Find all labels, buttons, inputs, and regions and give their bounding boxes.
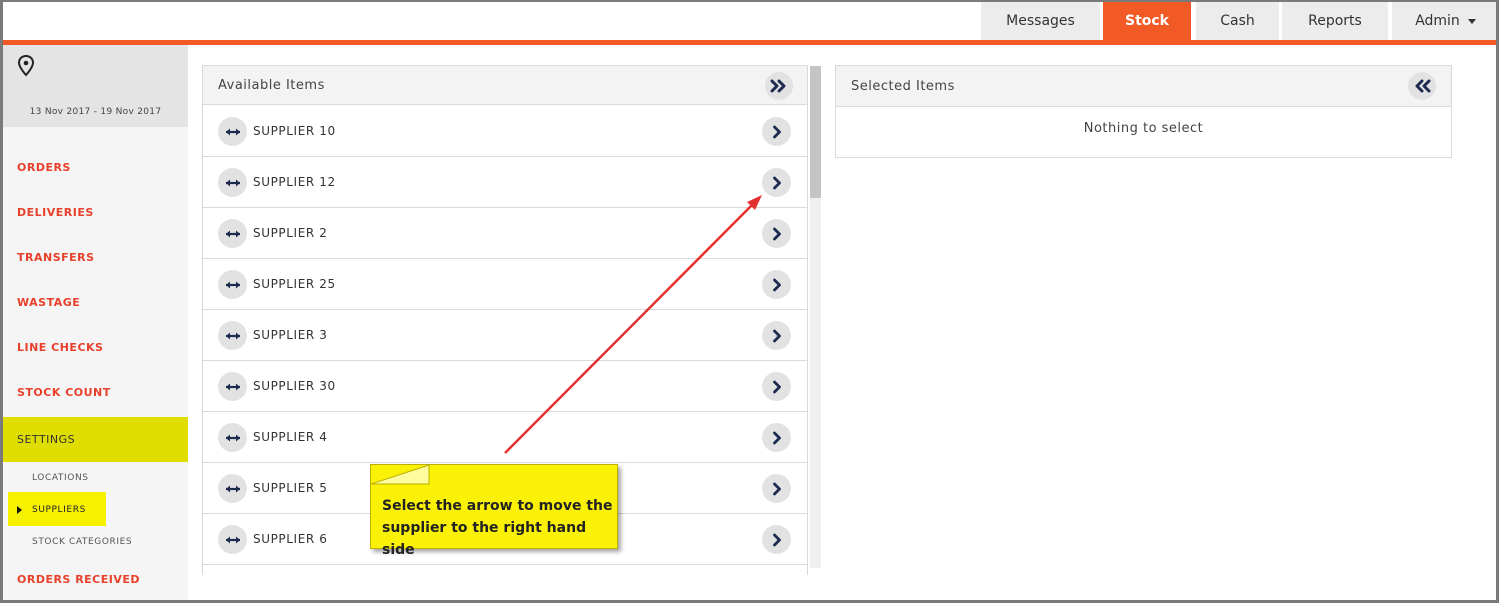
annotation-arrow [504,195,762,454]
callout-fold-icon [371,465,430,485]
annotation-callout: Select the arrow to move the supplier to… [370,464,618,558]
app-window: Messages Stock Cash Reports Admin 13 Nov… [0,0,1499,603]
callout-text: Select the arrow to move the supplier to… [382,498,613,558]
